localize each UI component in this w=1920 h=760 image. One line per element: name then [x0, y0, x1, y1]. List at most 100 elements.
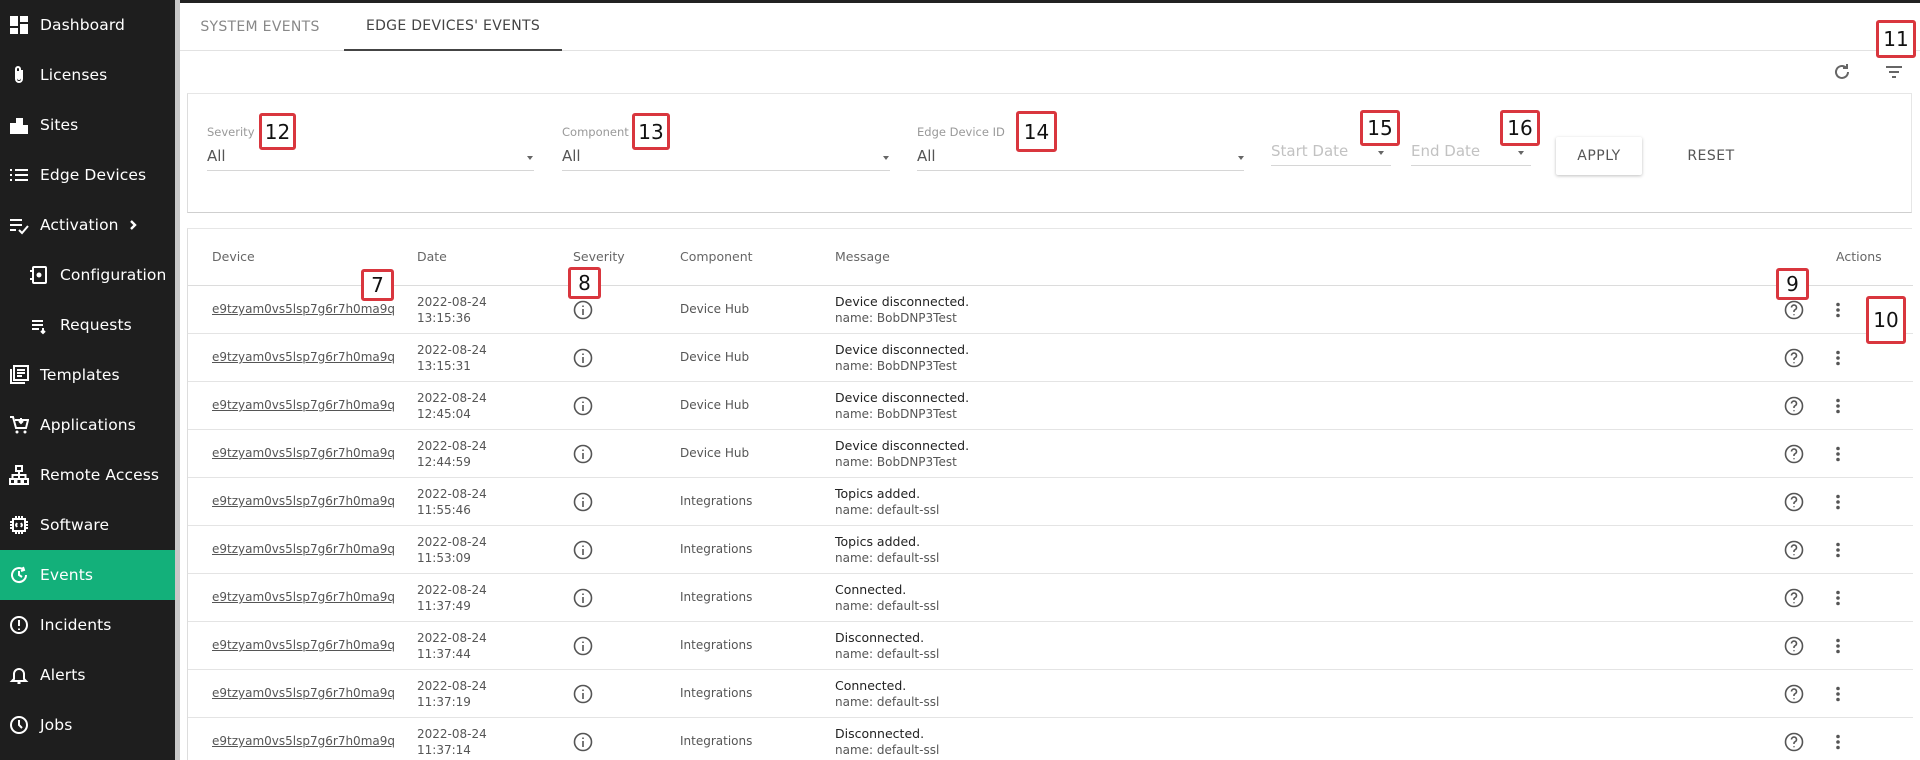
tab-system-events[interactable]: SYSTEM EVENTS	[180, 3, 340, 51]
start-date-underline	[1271, 165, 1391, 166]
table-row: e9tzyam0vs5lsp7g6r7h0ma9q 2022-08-24 13:15…	[188, 286, 1913, 334]
column-header-device[interactable]: Device	[212, 249, 255, 264]
tab-edge-devices-events[interactable]: EDGE DEVICES' EVENTS	[344, 3, 562, 51]
sidebar-item-applications[interactable]: Applications	[0, 400, 175, 450]
help-icon[interactable]	[1784, 588, 1804, 608]
device-link[interactable]: e9tzyam0vs5lsp7g6r7h0ma9q	[212, 590, 395, 604]
clock-icon	[8, 714, 30, 736]
network-icon	[8, 464, 30, 486]
device-link[interactable]: e9tzyam0vs5lsp7g6r7h0ma9q	[212, 446, 395, 460]
more-vert-icon[interactable]	[1828, 684, 1848, 704]
severity-select[interactable]: All	[207, 147, 226, 165]
event-message-title: Device disconnected.	[835, 294, 970, 309]
more-vert-icon[interactable]	[1828, 636, 1848, 656]
sidebar-item-templates[interactable]: Templates	[0, 350, 175, 400]
end-date-caret-icon	[1518, 151, 1524, 155]
callout-badge: 15	[1360, 110, 1400, 146]
sidebar-item-sites[interactable]: Sites	[0, 100, 175, 150]
edge-device-id-select[interactable]: All	[917, 147, 936, 165]
event-message-title: Topics added.	[835, 486, 921, 501]
sidebar-item-events[interactable]: Events	[0, 550, 175, 600]
help-icon[interactable]	[1784, 396, 1804, 416]
help-icon[interactable]	[1784, 732, 1804, 752]
component-caret-icon	[883, 156, 889, 160]
column-header-date[interactable]: Date	[417, 249, 447, 264]
device-link[interactable]: e9tzyam0vs5lsp7g6r7h0ma9q	[212, 686, 395, 700]
more-vert-icon[interactable]	[1828, 540, 1848, 560]
event-component: Integrations	[680, 590, 753, 604]
more-vert-icon[interactable]	[1828, 348, 1848, 368]
sidebar-item-licenses[interactable]: Licenses	[0, 50, 175, 100]
requests-list-icon	[28, 314, 50, 336]
reset-button[interactable]: RESET	[1668, 137, 1754, 175]
column-header-message[interactable]: Message	[835, 249, 890, 264]
callout-badge: 10	[1866, 296, 1906, 344]
device-link[interactable]: e9tzyam0vs5lsp7g6r7h0ma9q	[212, 398, 395, 412]
device-link[interactable]: e9tzyam0vs5lsp7g6r7h0ma9q	[212, 302, 395, 316]
end-date-input[interactable]: End Date	[1411, 142, 1480, 160]
help-icon[interactable]	[1784, 492, 1804, 512]
event-component: Integrations	[680, 494, 753, 508]
event-component: Device Hub	[680, 302, 750, 316]
column-header-component[interactable]: Component	[680, 249, 753, 264]
sidebar-item-requests[interactable]: Requests	[0, 300, 175, 350]
component-underline	[562, 170, 890, 171]
help-icon[interactable]	[1784, 540, 1804, 560]
help-icon[interactable]	[1784, 684, 1804, 704]
column-header-severity[interactable]: Severity	[573, 249, 625, 264]
sidebar-item-incidents[interactable]: Incidents	[0, 600, 175, 650]
building-icon	[8, 114, 30, 136]
help-icon[interactable]	[1784, 348, 1804, 368]
event-message-detail: name: default-ssl	[835, 743, 940, 757]
event-message: Topics added. name: default-ssl	[835, 485, 939, 519]
sidebar-item-label: Software	[40, 516, 110, 534]
event-message: Device disconnected. name: BobDNP3Test	[835, 437, 969, 471]
help-icon[interactable]	[1784, 636, 1804, 656]
event-message-title: Connected.	[835, 582, 907, 597]
sidebar-item-label: Licenses	[40, 66, 108, 84]
event-date-time: 11:53:09	[417, 551, 471, 565]
event-date-time: 13:15:36	[417, 311, 471, 325]
sidebar-item-jobs[interactable]: Jobs	[0, 700, 175, 750]
apply-button[interactable]: APPLY	[1556, 137, 1642, 175]
more-vert-icon[interactable]	[1828, 588, 1848, 608]
device-link[interactable]: e9tzyam0vs5lsp7g6r7h0ma9q	[212, 734, 395, 748]
event-message-title: Device disconnected.	[835, 438, 970, 453]
start-date-input[interactable]: Start Date	[1271, 142, 1348, 160]
sidebar-item-dashboard[interactable]: Dashboard	[0, 0, 175, 50]
sidebar-item-configuration[interactable]: Configuration	[0, 250, 175, 300]
sidebar-item-activation[interactable]: Activation	[0, 200, 175, 250]
help-icon[interactable]	[1784, 444, 1804, 464]
refresh-icon[interactable]	[1830, 60, 1854, 84]
more-vert-icon[interactable]	[1828, 444, 1848, 464]
sidebar-item-software[interactable]: Software	[0, 500, 175, 550]
more-vert-icon[interactable]	[1828, 396, 1848, 416]
event-date-day: 2022-08-24	[417, 727, 487, 741]
event-date: 2022-08-24 11:53:09	[417, 534, 487, 566]
filter-list-icon[interactable]	[1882, 60, 1906, 84]
sidebar-item-label: Incidents	[40, 616, 112, 634]
component-select[interactable]: All	[562, 147, 581, 165]
event-message-title: Device disconnected.	[835, 342, 970, 357]
event-message: Device disconnected. name: BobDNP3Test	[835, 341, 969, 375]
device-link[interactable]: e9tzyam0vs5lsp7g6r7h0ma9q	[212, 350, 395, 364]
info-icon	[573, 588, 593, 608]
sidebar-item-remote-access[interactable]: Remote Access	[0, 450, 175, 500]
device-link[interactable]: e9tzyam0vs5lsp7g6r7h0ma9q	[212, 542, 395, 556]
device-link[interactable]: e9tzyam0vs5lsp7g6r7h0ma9q	[212, 638, 395, 652]
help-icon[interactable]	[1784, 300, 1804, 320]
table-row: e9tzyam0vs5lsp7g6r7h0ma9q 2022-08-24 11:53…	[188, 526, 1913, 574]
sidebar-item-alerts[interactable]: Alerts	[0, 650, 175, 700]
event-date-day: 2022-08-24	[417, 535, 487, 549]
event-message: Topics added. name: default-ssl	[835, 533, 939, 567]
sidebar-item-edge-devices[interactable]: Edge Devices	[0, 150, 175, 200]
event-date: 2022-08-24 11:37:49	[417, 582, 487, 614]
device-link[interactable]: e9tzyam0vs5lsp7g6r7h0ma9q	[212, 494, 395, 508]
more-vert-icon[interactable]	[1828, 492, 1848, 512]
sidebar-item-label: Templates	[40, 366, 120, 384]
more-vert-icon[interactable]	[1828, 732, 1848, 752]
event-date-time: 11:37:19	[417, 695, 471, 709]
more-vert-icon[interactable]	[1828, 300, 1848, 320]
event-date: 2022-08-24 11:37:14	[417, 726, 487, 758]
event-component: Integrations	[680, 734, 753, 748]
